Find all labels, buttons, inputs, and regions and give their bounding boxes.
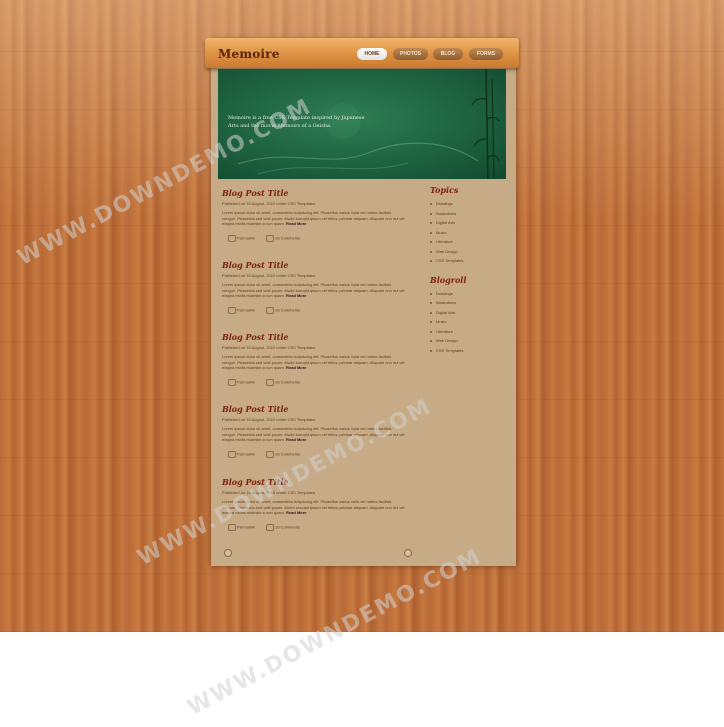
blogroll-item[interactable]: CSS Templates [430,346,510,356]
blogroll-list: Drawings Illustrations Digital Arts Musi… [430,289,510,356]
comment-icon [266,306,274,314]
post-title[interactable]: Blog Post Title [222,404,412,414]
blogroll-item[interactable]: Illustrations [430,298,510,308]
comments-link[interactable]: 10 Comments [266,523,300,531]
topic-item[interactable]: Digital Arts [430,218,510,228]
nav-home[interactable]: HOME [357,48,387,60]
topic-item[interactable]: Drawings [430,199,510,209]
permalink-link[interactable]: Permalink [228,234,255,242]
blogroll-heading: Blogroll [430,274,467,285]
topic-item[interactable]: Web Design [430,247,510,257]
sidebar: Topics Drawings Illustrations Digital Ar… [430,185,510,364]
post-title[interactable]: Blog Post Title [222,332,412,342]
blogroll-item[interactable]: Web Design [430,336,510,346]
topic-item[interactable]: Music [430,228,510,238]
post-meta: Published on 16 August, 2010 under CSS T… [222,273,316,278]
post-body: Lorem ipsum dolor sit amet, consectetur … [222,282,405,298]
link-icon [228,234,236,242]
read-more-link[interactable]: Read More [286,510,306,515]
post-body: Lorem ipsum dolor sit amet, consectetur … [222,354,405,370]
nav-photos[interactable]: PHOTOS [393,48,428,60]
post-3: Blog Post Title Published on 16 August, … [222,332,412,387]
post-footer: Permalink 10 Comments [222,378,412,387]
comments-link[interactable]: 10 Comments [266,378,300,386]
comment-icon [266,523,274,531]
read-more-link[interactable]: Read More [286,365,306,370]
link-icon [228,450,236,458]
comments-link[interactable]: 10 Comments [266,306,300,314]
post-body: Lorem ipsum dolor sit amet, consectetur … [222,210,405,226]
post-title[interactable]: Blog Post Title [222,260,412,270]
nav-forms[interactable]: FORMS [469,48,503,60]
comments-link[interactable]: 10 Comments [266,450,300,458]
post-footer: Permalink 10 Comments [222,306,412,315]
post-meta: Published on 16 August, 2010 under CSS T… [222,345,316,350]
comment-icon [266,450,274,458]
post-2: Blog Post Title Published on 16 August, … [222,260,412,315]
bamboo-icon [471,69,500,179]
blogroll-item[interactable]: Music [430,317,510,327]
link-icon [228,306,236,314]
topic-item[interactable]: Illustrations [430,209,510,219]
blogroll-item[interactable]: Drawings [430,289,510,299]
post-meta: Published on 16 August, 2010 under CSS T… [222,201,316,206]
read-more-link[interactable]: Read More [286,437,306,442]
comment-icon [266,234,274,242]
topics-heading: Topics [430,185,459,195]
site-logo[interactable]: Memoire [218,47,280,61]
blogroll-item[interactable]: Digital Arts [430,308,510,318]
post-title[interactable]: Blog Post Title [222,188,412,198]
post-footer: Permalink 10 Comments [222,234,412,243]
link-icon [228,378,236,386]
read-more-link[interactable]: Read More [286,221,306,226]
permalink-link[interactable]: Permalink [228,306,255,314]
footer-left-icon[interactable] [224,549,232,557]
blogroll-item[interactable]: Literature [430,327,510,337]
topic-item[interactable]: CSS Templates [430,256,510,266]
topics-list: Drawings Illustrations Digital Arts Musi… [430,199,510,266]
footer-right-icon[interactable] [404,549,412,557]
comment-icon [266,378,274,386]
read-more-link[interactable]: Read More [286,293,306,298]
nav-blog[interactable]: BLOG [433,48,463,60]
post-1: Blog Post Title Published on 16 August, … [222,188,412,243]
post-footer: Permalink 10 Comments [222,523,412,532]
comments-link[interactable]: 10 Comments [266,234,300,242]
permalink-link[interactable]: Permalink [228,378,255,386]
permalink-link[interactable]: Permalink [228,450,255,458]
topic-item[interactable]: Literature [430,237,510,247]
